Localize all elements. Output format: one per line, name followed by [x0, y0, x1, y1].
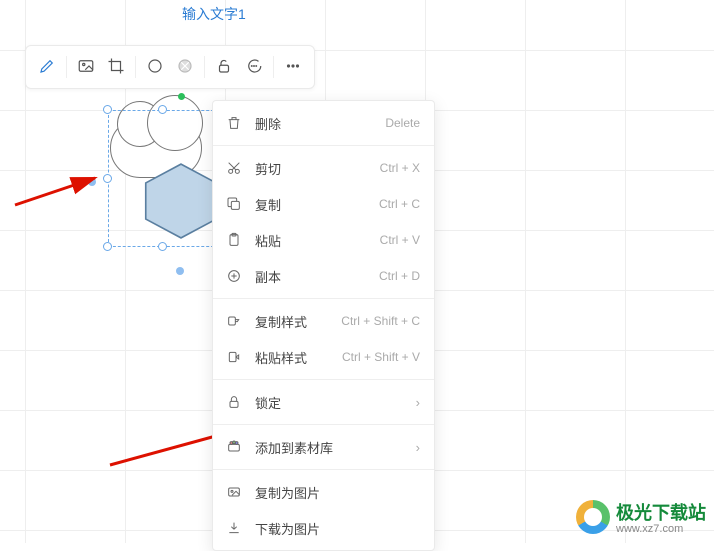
toolbar-divider: [273, 56, 274, 78]
menu-label: 锁定: [255, 393, 416, 412]
copy-image-icon: [225, 483, 243, 501]
crop-icon: [107, 57, 125, 78]
bounding-box: [108, 110, 219, 247]
menu-item-lock[interactable]: 锁定 ›: [213, 384, 434, 420]
cut-icon: [225, 159, 243, 177]
menu-shortcut: Ctrl + C: [379, 197, 420, 211]
watermark: 极光下载站 www.xz7.com: [576, 499, 706, 535]
download-icon: [225, 519, 243, 537]
menu-label: 下载为图片: [255, 519, 420, 538]
menu-item-duplicate[interactable]: 副本 Ctrl + D: [213, 258, 434, 294]
menu-shortcut: Ctrl + Shift + V: [342, 350, 420, 364]
menu-separator: [213, 379, 434, 380]
connection-point-left[interactable]: [88, 178, 96, 186]
more-icon: [284, 57, 302, 78]
menu-item-copy[interactable]: 复制 Ctrl + C: [213, 186, 434, 222]
menu-item-paste-style[interactable]: 粘贴样式 Ctrl + Shift + V: [213, 339, 434, 375]
menu-label: 删除: [255, 114, 385, 133]
menu-label: 粘贴样式: [255, 348, 342, 367]
resize-handle-w[interactable]: [103, 174, 112, 183]
image-icon: [77, 57, 95, 78]
menu-label: 副本: [255, 267, 379, 286]
watermark-title: 极光下载站: [616, 499, 706, 525]
trash-icon: [225, 114, 243, 132]
pen-tool-button[interactable]: [32, 52, 62, 82]
menu-item-cut[interactable]: 剪切 Ctrl + X: [213, 150, 434, 186]
menu-shortcut: Ctrl + V: [380, 233, 420, 247]
menu-shortcut: Ctrl + X: [380, 161, 420, 175]
copy-icon: [225, 195, 243, 213]
pen-icon: [38, 57, 56, 78]
menu-label: 剪切: [255, 159, 380, 178]
unlock-icon: [215, 57, 233, 78]
texture-icon: [176, 57, 194, 78]
unlock-button[interactable]: [209, 52, 239, 82]
menu-label: 复制样式: [255, 312, 341, 331]
toolbar-divider: [135, 56, 136, 78]
texture-button[interactable]: [170, 52, 200, 82]
rotate-handle[interactable]: [178, 93, 185, 100]
selected-shape-group[interactable]: [108, 110, 223, 250]
toolbar-divider: [66, 56, 67, 78]
menu-label: 添加到素材库: [255, 438, 416, 457]
lock-icon: [225, 393, 243, 411]
menu-label: 粘贴: [255, 231, 380, 250]
paste-style-icon: [225, 348, 243, 366]
paste-icon: [225, 231, 243, 249]
menu-item-download-as-image[interactable]: 下载为图片: [213, 510, 434, 546]
menu-separator: [213, 469, 434, 470]
comment-icon: [245, 57, 263, 78]
resize-handle-n[interactable]: [158, 105, 167, 114]
context-menu: 删除 Delete 剪切 Ctrl + X 复制 Ctrl + C 粘贴 Ctr…: [212, 100, 435, 551]
menu-label: 复制为图片: [255, 483, 420, 502]
copy-style-icon: [225, 312, 243, 330]
image-button[interactable]: [71, 52, 101, 82]
toolbar-divider: [204, 56, 205, 78]
crop-button[interactable]: [101, 52, 131, 82]
circle-icon: [146, 57, 164, 78]
floating-toolbar: [25, 45, 315, 89]
menu-item-add-to-library[interactable]: 添加到素材库 ›: [213, 429, 434, 465]
more-button[interactable]: [278, 52, 308, 82]
menu-separator: [213, 424, 434, 425]
menu-item-copy-style[interactable]: 复制样式 Ctrl + Shift + C: [213, 303, 434, 339]
menu-shortcut: Ctrl + D: [379, 269, 420, 283]
placeholder-text[interactable]: 输入文字1: [182, 4, 246, 24]
menu-separator: [213, 298, 434, 299]
circle-button[interactable]: [140, 52, 170, 82]
menu-separator: [213, 145, 434, 146]
library-icon: [225, 438, 243, 456]
watermark-logo-icon: [576, 500, 610, 534]
duplicate-icon: [225, 267, 243, 285]
menu-shortcut: Delete: [385, 116, 420, 130]
resize-handle-sw[interactable]: [103, 242, 112, 251]
resize-handle-s[interactable]: [158, 242, 167, 251]
menu-item-delete[interactable]: 删除 Delete: [213, 105, 434, 141]
chevron-right-icon: ›: [416, 395, 420, 410]
menu-label: 复制: [255, 195, 379, 214]
resize-handle-nw[interactable]: [103, 105, 112, 114]
connection-point-bottom[interactable]: [176, 267, 184, 275]
comment-button[interactable]: [239, 52, 269, 82]
menu-shortcut: Ctrl + Shift + C: [341, 314, 420, 328]
menu-item-copy-as-image[interactable]: 复制为图片: [213, 474, 434, 510]
menu-item-paste[interactable]: 粘贴 Ctrl + V: [213, 222, 434, 258]
chevron-right-icon: ›: [416, 440, 420, 455]
